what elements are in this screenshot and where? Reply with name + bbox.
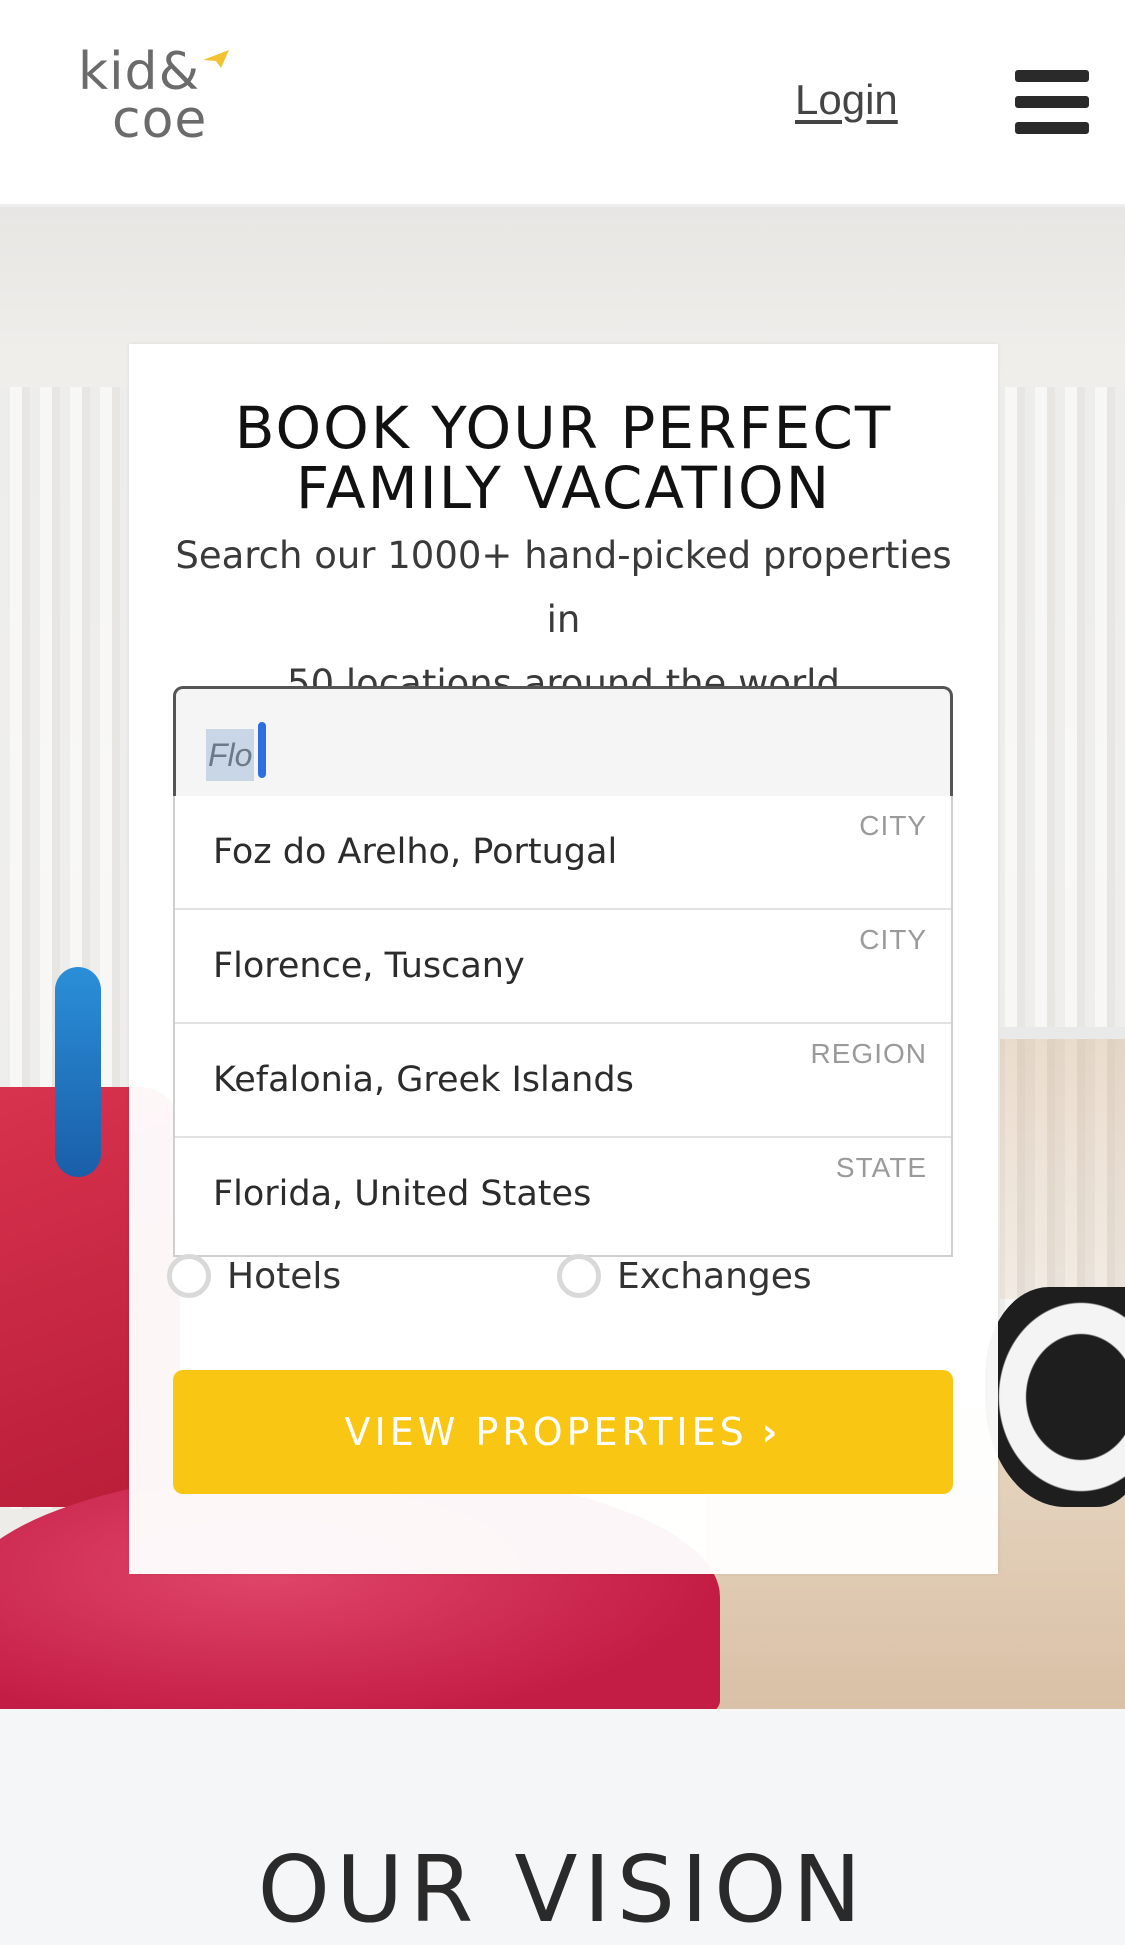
text-cursor bbox=[258, 722, 266, 778]
suggestion-label: Florence, Tuscany bbox=[213, 946, 525, 986]
hero-headline: BOOK YOUR PERFECT FAMILY VACATION bbox=[129, 398, 998, 518]
hero-background-desk bbox=[1000, 1027, 1125, 1299]
exchanges-label: Exchanges bbox=[617, 1255, 812, 1297]
hero-background-chair-handle bbox=[55, 967, 101, 1177]
chevron-right-icon: › bbox=[761, 1410, 782, 1454]
suggestion-item[interactable]: Kefalonia, Greek Islands REGION bbox=[175, 1024, 951, 1138]
logo-line-2: coe bbox=[112, 90, 208, 150]
suggestion-item[interactable]: Florida, United States STATE bbox=[175, 1138, 951, 1252]
suggestion-label: Foz do Arelho, Portugal bbox=[213, 832, 618, 872]
login-link[interactable]: Login bbox=[795, 76, 898, 124]
hotels-option[interactable]: Hotels bbox=[167, 1254, 341, 1298]
search-card: BOOK YOUR PERFECT FAMILY VACATION Search… bbox=[129, 344, 998, 1574]
kid-and-coe-logo[interactable]: kid& coe bbox=[78, 46, 238, 168]
suggestion-type: REGION bbox=[810, 1038, 927, 1069]
suggestion-type: STATE bbox=[835, 1152, 927, 1183]
our-vision-heading: OUR VISION bbox=[257, 1836, 868, 1943]
logo-wordmark: kid& coe bbox=[78, 46, 208, 150]
hotels-radio[interactable] bbox=[167, 1254, 211, 1298]
headline-line-2: FAMILY VACATION bbox=[295, 454, 832, 522]
airplane-icon bbox=[203, 50, 229, 68]
suggestion-type: CITY bbox=[859, 810, 927, 841]
hotels-label: Hotels bbox=[227, 1255, 342, 1297]
suggestion-label: Kefalonia, Greek Islands bbox=[213, 1060, 634, 1100]
suggestion-item[interactable]: Foz do Arelho, Portugal CITY bbox=[175, 796, 951, 910]
suggestion-type: CITY bbox=[859, 924, 927, 955]
headline-line-1: BOOK YOUR PERFECT bbox=[234, 394, 893, 462]
site-header: kid& coe Login bbox=[0, 0, 1125, 207]
property-type-options: Hotels Exchanges bbox=[167, 1254, 967, 1324]
suggestion-item[interactable]: Florence, Tuscany CITY bbox=[175, 910, 951, 1024]
search-input-value: Flo bbox=[206, 729, 255, 781]
view-properties-label: VIEW PROPERTIES bbox=[344, 1410, 748, 1454]
hamburger-menu-icon[interactable] bbox=[1015, 70, 1089, 136]
destination-search-input[interactable]: Flo bbox=[173, 686, 953, 798]
autocomplete-dropdown: Foz do Arelho, Portugal CITY Florence, T… bbox=[173, 796, 953, 1257]
suggestion-label: Florida, United States bbox=[213, 1174, 592, 1214]
subline-line-1: Search our 1000+ hand-picked properties … bbox=[175, 534, 952, 641]
exchanges-option[interactable]: Exchanges bbox=[557, 1254, 812, 1298]
exchanges-radio[interactable] bbox=[557, 1254, 601, 1298]
view-properties-button[interactable]: VIEW PROPERTIES › bbox=[173, 1370, 953, 1494]
